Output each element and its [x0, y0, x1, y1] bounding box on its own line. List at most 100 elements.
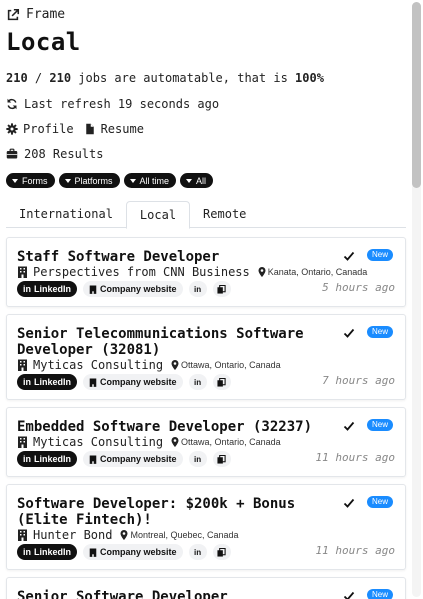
stats-text: jobs are automatable, that is	[71, 71, 296, 85]
job-meta: Myticas Consulting Ottawa, Ontario, Cana…	[17, 435, 281, 449]
check-icon	[343, 421, 355, 431]
filter-all[interactable]: All	[180, 173, 214, 188]
caret-down-icon	[186, 178, 193, 183]
company-website-button[interactable]: Company website	[83, 281, 183, 297]
linkedin-button[interactable]: in LinkedIn	[17, 451, 78, 467]
linkedin-button[interactable]: in LinkedIn	[17, 281, 78, 297]
copy-button[interactable]	[212, 451, 231, 467]
linkedin-label: LinkedIn	[34, 547, 72, 557]
building-icon	[18, 436, 27, 448]
linkedin-label: LinkedIn	[34, 377, 72, 387]
job-actions: in LinkedIn Company website in	[17, 451, 231, 467]
filter-platforms[interactable]: Platforms	[58, 173, 120, 188]
location-text: Ottawa, Ontario, Canada	[181, 437, 281, 447]
job-location: Ottawa, Ontario, Canada	[171, 437, 281, 447]
job-title[interactable]: Embedded Software Developer (32237)	[17, 419, 337, 435]
refresh-icon	[7, 98, 17, 110]
external-link-icon	[7, 8, 20, 20]
posted-time: 11 hours ago	[315, 544, 395, 557]
job-title[interactable]: Staff Software Developer	[17, 249, 337, 265]
linkedin-button[interactable]: in LinkedIn	[17, 544, 78, 560]
copy-button[interactable]	[212, 281, 231, 297]
company-name: Myticas Consulting	[33, 358, 164, 372]
building-icon	[18, 359, 27, 371]
filter-time[interactable]: All time	[123, 173, 177, 188]
copy-button[interactable]	[212, 374, 231, 390]
caret-down-icon	[129, 178, 136, 183]
last-refresh[interactable]: Last refresh 19 seconds ago	[6, 97, 219, 111]
filter-forms[interactable]: Forms	[6, 173, 55, 188]
linkedin-small-button[interactable]: in	[188, 281, 207, 297]
job-card[interactable]: Embedded Software Developer (32237) New …	[6, 407, 406, 477]
frame-link[interactable]: Frame	[6, 7, 65, 22]
job-card[interactable]: Software Developer: $200k + Bonus (Elite…	[6, 484, 406, 570]
job-meta: Perspectives from CNN Business Kanata, O…	[17, 265, 367, 279]
profile-row: Profile Resume	[6, 122, 144, 136]
linkedin-icon: in	[23, 377, 31, 387]
filter-label: Platforms	[74, 175, 113, 186]
page-title: Local	[6, 28, 81, 56]
job-title[interactable]: Software Developer: $200k + Bonus (Elite…	[17, 496, 337, 528]
company-website-label: Company website	[100, 377, 177, 387]
posted-time: 11 hours ago	[315, 451, 395, 464]
linkedin-label: LinkedIn	[34, 284, 72, 294]
linkedin-small-button[interactable]: in	[188, 544, 207, 560]
building-icon	[18, 266, 27, 278]
job-meta: Myticas Consulting Ottawa, Ontario, Cana…	[17, 358, 281, 372]
job-location: Ottawa, Ontario, Canada	[171, 360, 281, 370]
company-website-label: Company website	[100, 454, 177, 464]
copy-icon	[217, 284, 226, 294]
posted-time: 5 hours ago	[322, 281, 395, 294]
linkedin-small-button[interactable]: in	[188, 451, 207, 467]
tab-remote[interactable]: Remote	[190, 201, 259, 228]
automatable-count: 210	[6, 71, 28, 85]
location-text: Kanata, Ontario, Canada	[267, 267, 368, 277]
job-actions: in LinkedIn Company website in	[17, 544, 231, 560]
building-icon	[89, 285, 97, 294]
total-count: 210	[49, 71, 72, 85]
job-card[interactable]: Senior Software Developer New	[6, 577, 406, 599]
tab-international[interactable]: International	[6, 201, 126, 228]
company-name: Perspectives from CNN Business	[33, 265, 250, 279]
job-location: Montreal, Quebec, Canada	[120, 530, 239, 540]
automatable-percent: 100%	[295, 71, 324, 85]
job-title[interactable]: Senior Software Developer	[17, 589, 337, 599]
briefcase-icon	[6, 148, 18, 159]
job-card[interactable]: Senior Telecommunications Software Devel…	[6, 314, 406, 400]
profile-link[interactable]: Profile	[6, 122, 74, 136]
job-location: Kanata, Ontario, Canada	[258, 267, 368, 277]
scrollbar-thumb[interactable]	[412, 2, 421, 188]
stats-separator: /	[27, 71, 50, 85]
new-badge: New	[366, 496, 393, 508]
check-icon	[343, 591, 355, 599]
company-website-button[interactable]: Company website	[83, 374, 183, 390]
tab-local[interactable]: Local	[125, 201, 191, 229]
copy-button[interactable]	[212, 544, 231, 560]
linkedin-icon: in	[23, 454, 31, 464]
building-icon	[89, 378, 97, 387]
job-board-panel: Frame Local 210 / 210 jobs are automatab…	[0, 0, 410, 599]
linkedin-button[interactable]: in LinkedIn	[17, 374, 78, 390]
filter-label: All	[196, 175, 207, 186]
company-name: Hunter Bond	[33, 528, 113, 542]
map-pin-icon	[171, 437, 179, 447]
automatable-stats: 210 / 210 jobs are automatable, that is …	[6, 71, 324, 85]
company-website-label: Company website	[100, 284, 177, 294]
linkedin-small-button[interactable]: in	[188, 374, 207, 390]
company-website-button[interactable]: Company website	[83, 544, 183, 560]
scrollbar[interactable]	[412, 2, 421, 597]
new-badge: New	[366, 589, 393, 599]
region-tabs: International Local Remote	[6, 201, 406, 229]
company-website-label: Company website	[100, 547, 177, 557]
caret-down-icon	[12, 178, 18, 183]
location-text: Ottawa, Ontario, Canada	[181, 360, 281, 370]
job-card[interactable]: Staff Software Developer New Perspective…	[6, 237, 406, 307]
results-label: 208 Results	[24, 147, 104, 161]
company-website-button[interactable]: Company website	[83, 451, 183, 467]
posted-time: 7 hours ago	[322, 374, 395, 387]
caret-down-icon	[64, 178, 71, 183]
job-title[interactable]: Senior Telecommunications Software Devel…	[17, 326, 337, 358]
resume-link[interactable]: Resume	[84, 122, 144, 136]
profile-label: Profile	[23, 122, 74, 136]
linkedin-label: LinkedIn	[34, 454, 72, 464]
